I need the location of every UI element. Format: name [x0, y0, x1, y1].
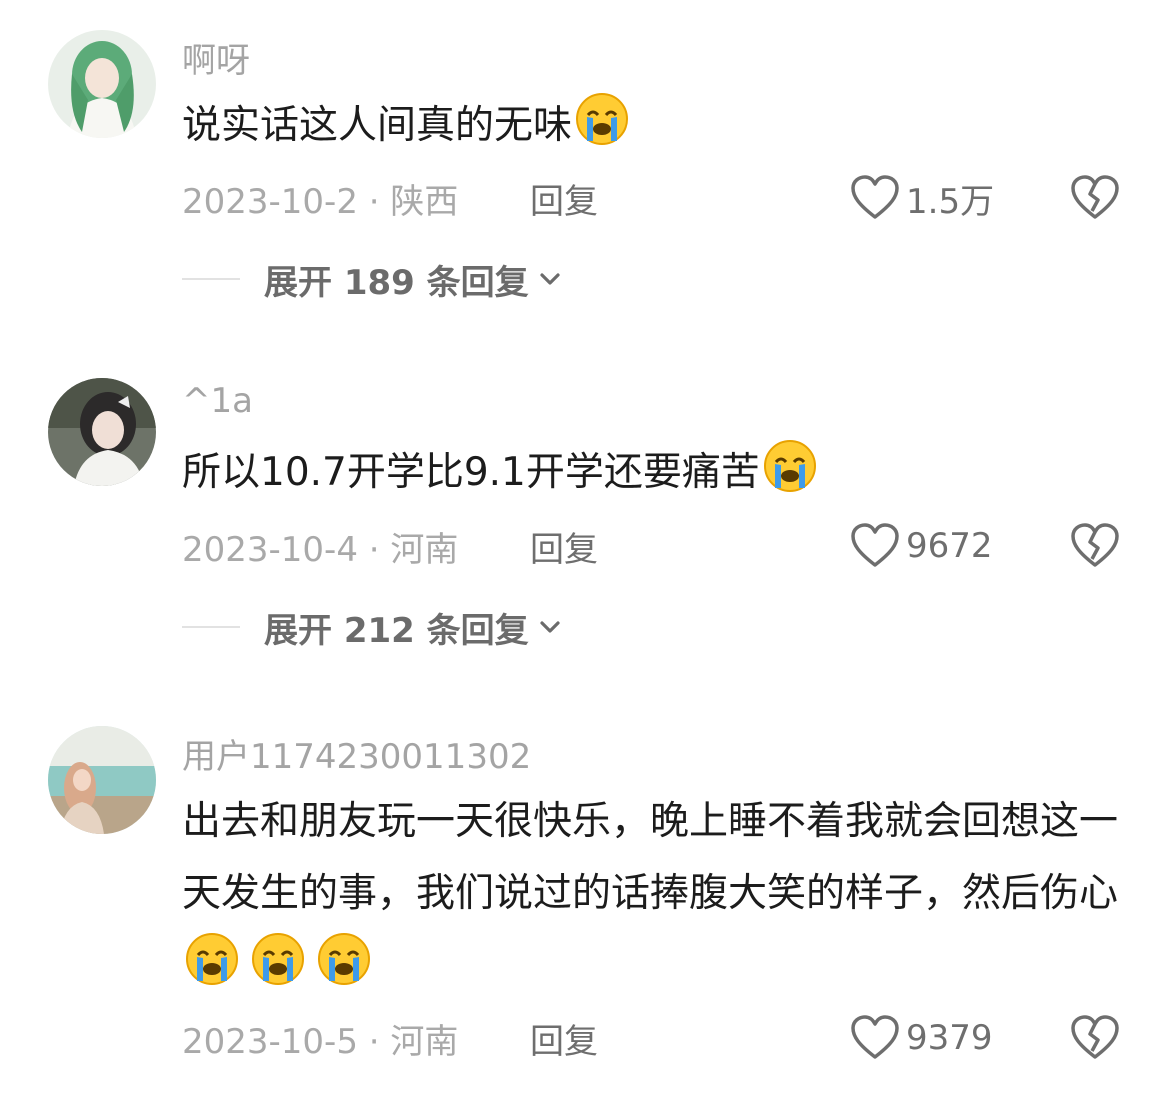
divider: [182, 278, 240, 280]
broken-heart-icon: [1071, 1015, 1119, 1059]
username[interactable]: 用户1174230011302: [182, 729, 531, 778]
dark-hair-girl-avatar-icon: [48, 378, 156, 486]
heart-outline-icon: [851, 523, 899, 567]
like-count: 1.5万: [906, 181, 995, 222]
heart-outline-icon: [851, 1015, 899, 1059]
comment-text: 说实话这人间真的无味: [182, 90, 1122, 162]
chevron-down-icon: [540, 621, 560, 633]
reply-button[interactable]: 回复: [530, 1014, 598, 1063]
expand-replies-button[interactable]: 展开 189 条回复: [182, 254, 563, 304]
loudly-crying-face-emoji-icon: [316, 931, 372, 987]
green-hair-girl-avatar-icon: [48, 30, 156, 138]
divider: [182, 626, 240, 628]
seaside-girl-avatar-icon: [48, 726, 156, 834]
comment-date-location: 2023-10-4 · 河南: [182, 530, 459, 570]
expand-replies-label: 展开 189 条回复: [264, 262, 529, 303]
like-count: 9379: [906, 1018, 993, 1058]
reply-button[interactable]: 回复: [530, 174, 598, 223]
expand-replies-label: 展开 212 条回复: [264, 610, 529, 651]
heart-outline-icon: [851, 175, 899, 219]
comment-date-location: 2023-10-5 · 河南: [182, 1022, 459, 1062]
loudly-crying-face-emoji-icon: [184, 931, 240, 987]
expand-replies-button[interactable]: 展开 212 条回复: [182, 602, 563, 652]
avatar[interactable]: [48, 378, 156, 486]
dislike-button[interactable]: [1070, 1015, 1120, 1065]
username[interactable]: ^1a: [182, 381, 253, 421]
loudly-crying-face-emoji-icon: [762, 438, 818, 494]
comment-text: 出去和朋友玩一天很快乐，晚上睡不着我就会回想这一天发生的事，我们说过的话捧腹大笑…: [182, 786, 1122, 1002]
comment-date-location: 2023-10-2 · 陕西: [182, 182, 459, 222]
like-button[interactable]: 9379: [850, 1013, 993, 1063]
like-count: 9672: [906, 526, 993, 566]
avatar[interactable]: [48, 30, 156, 138]
chevron-down-icon: [540, 273, 560, 285]
username[interactable]: 啊呀: [182, 33, 250, 82]
like-button[interactable]: 1.5万: [850, 173, 994, 223]
loudly-crying-face-emoji-icon: [250, 931, 306, 987]
comment-text: 所以10.7开学比9.1开学还要痛苦: [182, 437, 1122, 509]
avatar[interactable]: [48, 726, 156, 834]
broken-heart-icon: [1071, 523, 1119, 567]
dislike-button[interactable]: [1070, 175, 1120, 225]
loudly-crying-face-emoji-icon: [574, 91, 630, 147]
like-button[interactable]: 9672: [850, 521, 993, 571]
dislike-button[interactable]: [1070, 523, 1120, 573]
broken-heart-icon: [1071, 175, 1119, 219]
reply-button[interactable]: 回复: [530, 522, 598, 571]
